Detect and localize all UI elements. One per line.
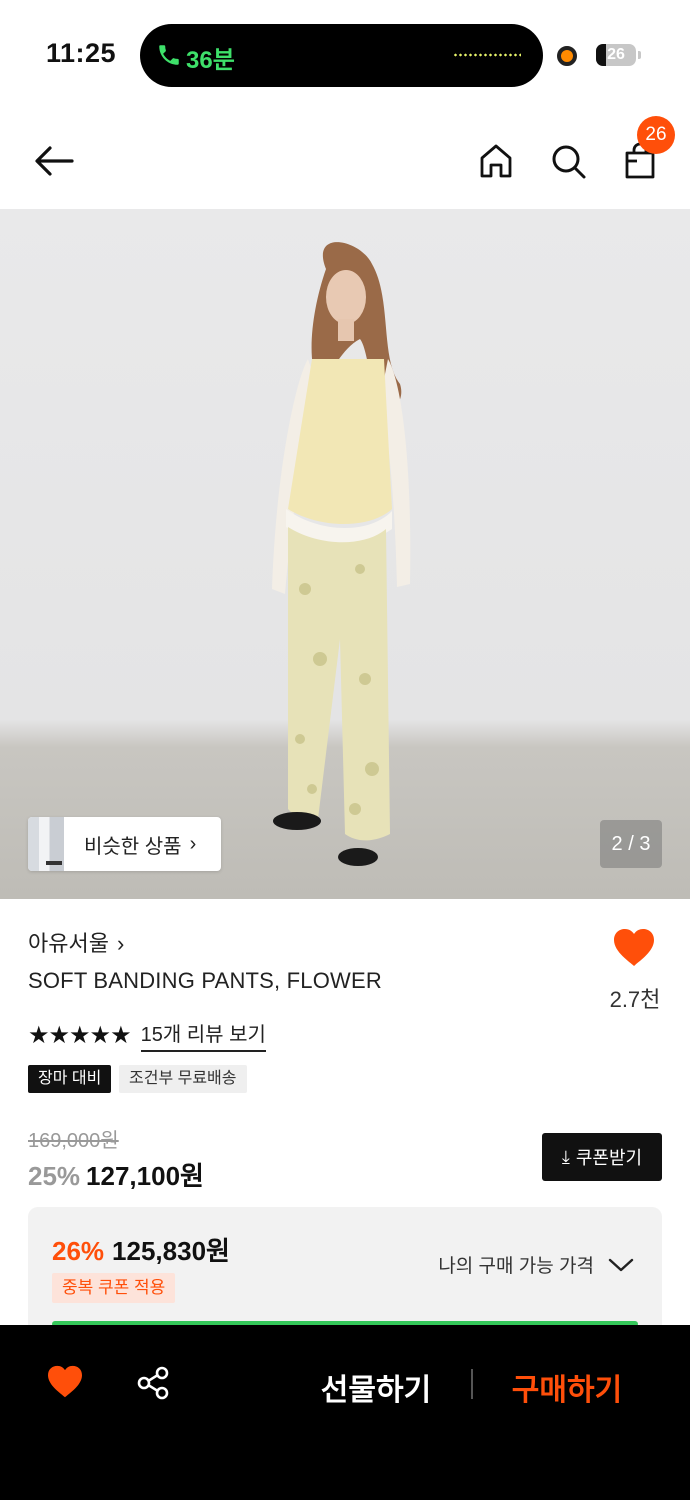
brand-name: 아유서울 (28, 931, 109, 956)
tag-free-shipping: 조건부 무료배송 (119, 1065, 247, 1093)
share-icon (137, 1366, 169, 1400)
share-button[interactable] (135, 1365, 171, 1406)
call-duration: 36분 (186, 47, 235, 74)
recording-indicator-icon (557, 46, 577, 66)
product-image[interactable] (0, 209, 690, 899)
phone-icon (159, 45, 179, 65)
price-row: 25% 127,100원 (28, 1156, 204, 1193)
chevron-right-icon: › (116, 931, 125, 956)
my-price-toggle[interactable]: 나의 구매 가능 가격 (438, 1251, 634, 1278)
discount-rate: 25% (28, 1161, 81, 1191)
best-price: 125,830원 (112, 1236, 230, 1266)
chevron-right-icon: › (189, 832, 197, 855)
top-nav (0, 110, 690, 210)
sale-price: 127,100원 (86, 1161, 204, 1191)
my-price-label: 나의 구매 가능 가격 (438, 1256, 594, 1277)
image-counter: 2 / 3 (600, 820, 662, 868)
cart-count-badge: 26 (637, 116, 675, 154)
product-name: SOFT BANDING PANTS, FLOWER (28, 968, 382, 993)
divider (471, 1369, 473, 1399)
gift-button[interactable]: 선물하기 (318, 1365, 434, 1409)
buy-button[interactable]: 구매하기 (508, 1365, 626, 1409)
back-button[interactable] (31, 138, 77, 184)
similar-thumbnail (28, 817, 64, 871)
rating-stars: ★★★★★ (28, 1021, 132, 1049)
bottom-like-button[interactable] (46, 1365, 84, 1404)
back-arrow-icon (35, 146, 74, 176)
like-button[interactable] (612, 928, 656, 973)
audio-waveform (453, 53, 521, 57)
tag-rainy-season: 장마 대비 (28, 1065, 112, 1093)
coupon-download-button[interactable]: ⤓ 쿠폰받기 (542, 1133, 662, 1181)
heart-icon (614, 929, 654, 966)
heart-icon (48, 1365, 82, 1398)
coupon-button-label: 쿠폰받기 (575, 1148, 643, 1168)
home-icon (480, 144, 512, 178)
battery-tip (638, 51, 641, 59)
search-icon (552, 145, 586, 179)
chevron-down-icon (608, 1258, 634, 1271)
best-price-row: 26% 125,830원 (52, 1231, 230, 1268)
battery-icon: 26 (596, 44, 636, 66)
battery-level: 26 (607, 46, 625, 63)
similar-products-button[interactable]: 비슷한 상품 › (28, 817, 221, 871)
bottom-action-bar: 선물하기 구매하기 (0, 1325, 690, 1500)
like-count: 2.7천 (609, 987, 661, 1012)
best-discount-rate: 26% (52, 1236, 105, 1266)
review-link[interactable]: 15개 리뷰 보기 (140, 1018, 266, 1052)
status-time: 11:25 (46, 38, 117, 68)
dynamic-island[interactable]: 36분 (140, 24, 543, 87)
stacked-coupon-badge: 중복 쿠폰 적용 (52, 1273, 176, 1303)
home-button[interactable] (473, 138, 519, 184)
status-bar: 11:25 36분 26 (0, 0, 690, 100)
search-button[interactable] (545, 138, 591, 184)
download-icon: ⤓ (561, 1146, 570, 1167)
original-price: 169,000원 (28, 1130, 119, 1152)
rating-row: ★★★★★ 15개 리뷰 보기 (28, 1018, 266, 1052)
brand-link[interactable]: 아유서울 › (28, 926, 124, 958)
similar-products-label: 비슷한 상품 (84, 835, 182, 858)
model-photo (272, 242, 411, 866)
